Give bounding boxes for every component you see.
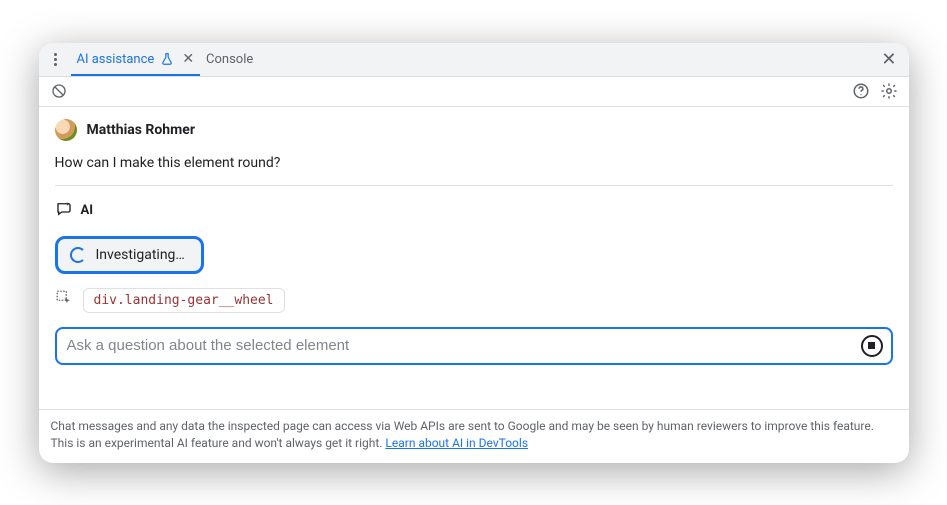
user-name: Matthias Rohmer: [87, 122, 195, 138]
spinner-icon: [70, 247, 86, 263]
tab-ai-assistance[interactable]: AI assistance ✕: [71, 43, 201, 77]
sparkle-chat-icon: [55, 200, 73, 222]
divider: [55, 185, 893, 186]
avatar: [55, 119, 77, 141]
ai-header: AI: [55, 200, 893, 222]
ai-label: AI: [81, 203, 94, 218]
selector-row: div.landing-gear__wheel: [55, 288, 893, 313]
tab-label: AI assistance: [77, 52, 155, 67]
close-tab-icon[interactable]: ✕: [182, 52, 194, 66]
status-chip: Investigating…: [55, 236, 204, 274]
prompt-input[interactable]: [67, 337, 853, 354]
clear-icon[interactable]: [49, 81, 69, 101]
select-element-icon[interactable]: [55, 289, 73, 311]
stop-button[interactable]: [861, 335, 883, 357]
element-selector-text: div.landing-gear__wheel: [94, 293, 274, 308]
user-message: How can I make this element round?: [55, 155, 893, 171]
user-header: Matthias Rohmer: [55, 119, 893, 141]
more-tabs-icon[interactable]: [47, 50, 65, 68]
tab-console[interactable]: Console: [200, 43, 259, 77]
chat-content: Matthias Rohmer How can I make this elem…: [39, 107, 909, 409]
disclaimer-footer: Chat messages and any data the inspected…: [39, 409, 909, 463]
close-panel-icon[interactable]: ✕: [877, 47, 900, 72]
prompt-input-row: [55, 327, 893, 365]
gear-icon[interactable]: [879, 81, 899, 101]
devtools-panel: AI assistance ✕ Console ✕: [39, 43, 909, 463]
tab-label: Console: [206, 52, 253, 67]
flask-icon: [160, 52, 174, 66]
tab-strip: AI assistance ✕ Console ✕: [39, 43, 909, 77]
help-icon[interactable]: [851, 81, 871, 101]
element-chip[interactable]: div.landing-gear__wheel: [83, 288, 285, 313]
stop-icon: [868, 342, 875, 349]
learn-more-link[interactable]: Learn about AI in DevTools: [385, 436, 528, 450]
toolbar: [39, 77, 909, 107]
status-text: Investigating…: [96, 247, 185, 263]
